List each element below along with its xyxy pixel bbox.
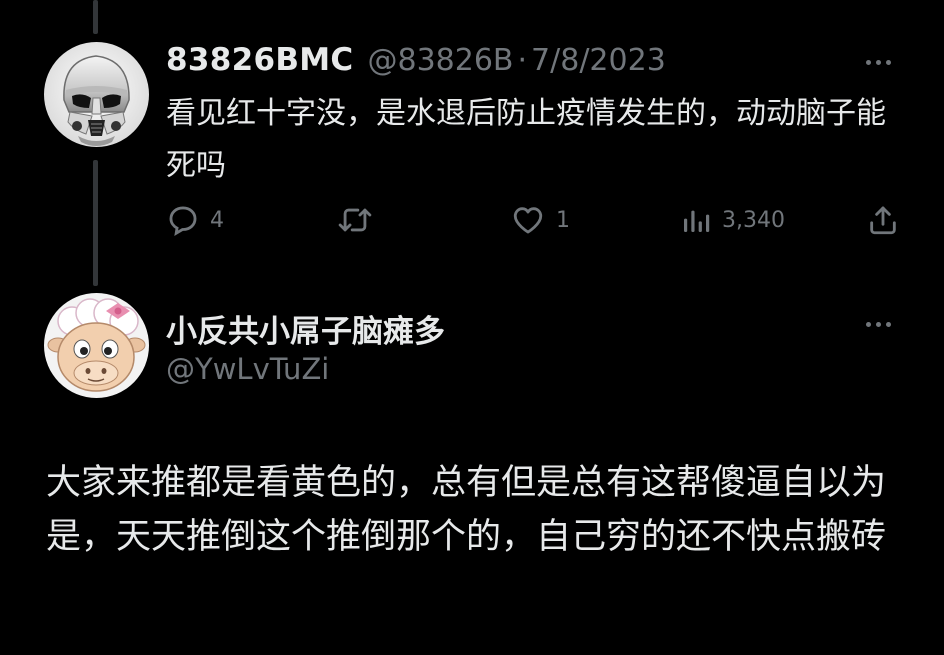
main-tweet-more-icon[interactable] (866, 52, 891, 72)
reply-tweet-text: 大家来推都是看黄色的，总有但是总有这帮傻逼自以为是，天天推倒这个推倒那个的，自己… (46, 463, 887, 557)
main-tweet-action-bar: 4 1 3,340 (166, 198, 902, 242)
heart-icon (513, 207, 543, 234)
reply-icon (169, 206, 197, 236)
reply-count: 4 (210, 207, 224, 233)
reply-tweet-handle[interactable]: @YwLvTuZi (166, 352, 329, 386)
stormtrooper-avatar-icon[interactable] (44, 42, 149, 147)
thread-line-top (93, 0, 98, 34)
reply-tweet-more-icon[interactable] (866, 314, 891, 334)
bar-chart-icon (684, 210, 710, 232)
reply-button[interactable]: 4 (166, 198, 224, 242)
cartoon-sheep-avatar-icon[interactable] (44, 293, 149, 398)
main-tweet-date[interactable]: 7/8/2023 (531, 43, 666, 78)
view-count: 3,340 (722, 207, 785, 233)
share-button[interactable] (866, 198, 900, 242)
retweet-icon (338, 208, 372, 232)
main-tweet-text: 看见红十字没，是水退后防止疫情发生的，动动脑子能死吗 (166, 96, 886, 183)
main-tweet-display-name[interactable]: 83826BMC (166, 42, 353, 78)
like-button[interactable]: 1 (510, 198, 570, 242)
retweet-button[interactable] (336, 198, 384, 242)
thread-line-connector (93, 160, 98, 286)
like-count: 1 (556, 207, 570, 233)
share-icon (870, 206, 896, 235)
main-tweet-header: 83826BMC @83826B · 7/8/2023 (166, 42, 666, 78)
views-button[interactable]: 3,340 (680, 198, 785, 242)
main-tweet-handle[interactable]: @83826B (367, 43, 513, 78)
reply-tweet-display-name[interactable]: 小反共小屌子脑瘫多 (166, 306, 445, 351)
main-tweet-separator: · (517, 43, 528, 78)
